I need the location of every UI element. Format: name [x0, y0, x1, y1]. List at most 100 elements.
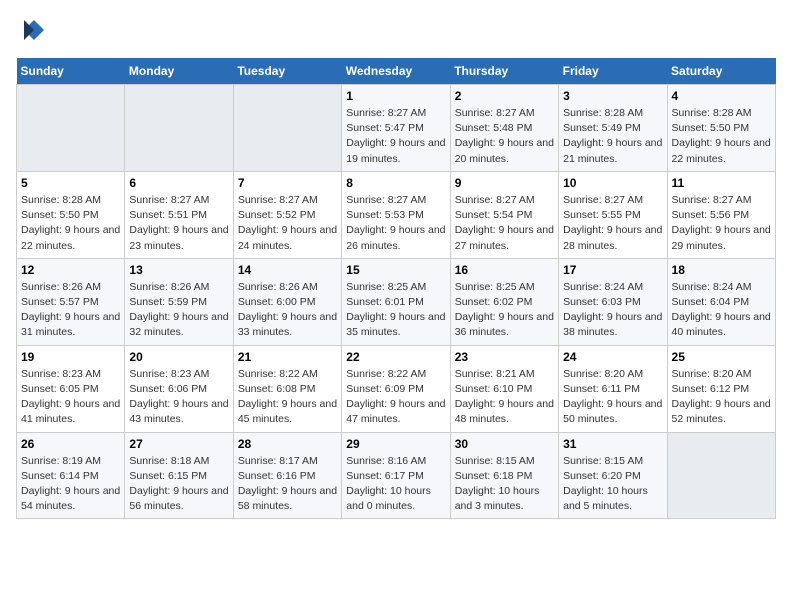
- day-number: 3: [563, 89, 662, 103]
- calendar-day-cell: [667, 432, 775, 519]
- day-number: 2: [455, 89, 554, 103]
- calendar-week-row: 1 Sunrise: 8:27 AMSunset: 5:47 PMDaylight…: [17, 85, 776, 172]
- logo: [16, 16, 48, 46]
- day-number: 8: [346, 176, 445, 190]
- day-detail: Sunrise: 8:20 AMSunset: 6:12 PMDaylight:…: [672, 367, 771, 428]
- day-detail: Sunrise: 8:26 AMSunset: 5:59 PMDaylight:…: [129, 280, 228, 341]
- day-number: 27: [129, 437, 228, 451]
- weekday-header: Friday: [559, 58, 667, 85]
- day-number: 5: [21, 176, 120, 190]
- calendar-day-cell: 16Sunrise: 8:25 AMSunset: 6:02 PMDayligh…: [450, 258, 558, 345]
- day-number: 14: [238, 263, 337, 277]
- day-number: 21: [238, 350, 337, 364]
- calendar-day-cell: 3Sunrise: 8:28 AMSunset: 5:49 PMDaylight…: [559, 85, 667, 172]
- day-number: 18: [672, 263, 771, 277]
- day-detail: Sunrise: 8:28 AMSunset: 5:50 PMDaylight:…: [672, 106, 771, 167]
- calendar-day-cell: 21 Sunrise: 8:22 AMSunset: 6:08 PMDayligh…: [233, 345, 341, 432]
- day-detail: Sunrise: 8:23 AMSunset: 6:06 PMDaylight:…: [129, 367, 228, 428]
- day-detail: Sunrise: 8:24 AMSunset: 6:03 PMDaylight:…: [563, 280, 662, 341]
- day-number: 31: [563, 437, 662, 451]
- day-number: 30: [455, 437, 554, 451]
- day-number: 10: [563, 176, 662, 190]
- calendar-day-cell: 11 Sunrise: 8:27 AMSunset: 5:56 PMDayligh…: [667, 171, 775, 258]
- day-detail: Sunrise: 8:17 AMSunset: 6:16 PMDaylight:…: [238, 454, 337, 515]
- day-detail: Sunrise: 8:15 AMSunset: 6:20 PMDaylight:…: [563, 454, 662, 515]
- day-number: 28: [238, 437, 337, 451]
- calendar-day-cell: 8Sunrise: 8:27 AMSunset: 5:53 PMDaylight…: [342, 171, 450, 258]
- calendar-day-cell: 14 Sunrise: 8:26 AMSunset: 6:00 PMDayligh…: [233, 258, 341, 345]
- calendar-day-cell: 12 Sunrise: 8:26 AMSunset: 5:57 PMDayligh…: [17, 258, 125, 345]
- day-detail: Sunrise: 8:27 AMSunset: 5:54 PMDaylight:…: [455, 193, 554, 254]
- day-number: 15: [346, 263, 445, 277]
- calendar-day-cell: 10 Sunrise: 8:27 AMSunset: 5:55 PMDayligh…: [559, 171, 667, 258]
- day-detail: Sunrise: 8:26 AMSunset: 6:00 PMDaylight:…: [238, 280, 337, 341]
- calendar-day-cell: 4 Sunrise: 8:28 AMSunset: 5:50 PMDaylight…: [667, 85, 775, 172]
- day-detail: Sunrise: 8:27 AMSunset: 5:51 PMDaylight:…: [129, 193, 228, 254]
- calendar-day-cell: 19 Sunrise: 8:23 AMSunset: 6:05 PMDayligh…: [17, 345, 125, 432]
- calendar-day-cell: 9 Sunrise: 8:27 AMSunset: 5:54 PMDaylight…: [450, 171, 558, 258]
- calendar-week-row: 12 Sunrise: 8:26 AMSunset: 5:57 PMDayligh…: [17, 258, 776, 345]
- calendar-day-cell: 20 Sunrise: 8:23 AMSunset: 6:06 PMDayligh…: [125, 345, 233, 432]
- calendar-day-cell: [125, 85, 233, 172]
- day-detail: Sunrise: 8:27 AMSunset: 5:55 PMDaylight:…: [563, 193, 662, 254]
- weekday-header: Sunday: [17, 58, 125, 85]
- day-number: 7: [238, 176, 337, 190]
- weekday-header: Wednesday: [342, 58, 450, 85]
- day-number: 24: [563, 350, 662, 364]
- day-detail: Sunrise: 8:22 AMSunset: 6:09 PMDaylight:…: [346, 367, 445, 428]
- calendar-day-cell: 6 Sunrise: 8:27 AMSunset: 5:51 PMDaylight…: [125, 171, 233, 258]
- day-detail: Sunrise: 8:26 AMSunset: 5:57 PMDaylight:…: [21, 280, 120, 341]
- day-number: 29: [346, 437, 445, 451]
- day-number: 25: [672, 350, 771, 364]
- calendar-day-cell: 7 Sunrise: 8:27 AMSunset: 5:52 PMDaylight…: [233, 171, 341, 258]
- weekday-header: Monday: [125, 58, 233, 85]
- day-detail: Sunrise: 8:28 AMSunset: 5:50 PMDaylight:…: [21, 193, 120, 254]
- calendar-day-cell: [17, 85, 125, 172]
- day-detail: Sunrise: 8:22 AMSunset: 6:08 PMDaylight:…: [238, 367, 337, 428]
- calendar-day-cell: 30 Sunrise: 8:15 AMSunset: 6:18 PMDayligh…: [450, 432, 558, 519]
- day-number: 12: [21, 263, 120, 277]
- calendar-day-cell: 24 Sunrise: 8:20 AMSunset: 6:11 PMDayligh…: [559, 345, 667, 432]
- calendar-day-cell: 13 Sunrise: 8:26 AMSunset: 5:59 PMDayligh…: [125, 258, 233, 345]
- calendar-week-row: 5 Sunrise: 8:28 AMSunset: 5:50 PMDaylight…: [17, 171, 776, 258]
- day-number: 23: [455, 350, 554, 364]
- page-header: [16, 16, 776, 46]
- day-detail: Sunrise: 8:24 AMSunset: 6:04 PMDaylight:…: [672, 280, 771, 341]
- day-detail: Sunrise: 8:15 AMSunset: 6:18 PMDaylight:…: [455, 454, 554, 515]
- day-detail: Sunrise: 8:18 AMSunset: 6:15 PMDaylight:…: [129, 454, 228, 515]
- day-number: 13: [129, 263, 228, 277]
- calendar-day-cell: 1 Sunrise: 8:27 AMSunset: 5:47 PMDaylight…: [342, 85, 450, 172]
- day-detail: Sunrise: 8:20 AMSunset: 6:11 PMDaylight:…: [563, 367, 662, 428]
- calendar-day-cell: 23 Sunrise: 8:21 AMSunset: 6:10 PMDayligh…: [450, 345, 558, 432]
- calendar-week-row: 19 Sunrise: 8:23 AMSunset: 6:05 PMDayligh…: [17, 345, 776, 432]
- day-number: 16: [455, 263, 554, 277]
- calendar-day-cell: 17Sunrise: 8:24 AMSunset: 6:03 PMDayligh…: [559, 258, 667, 345]
- day-number: 11: [672, 176, 771, 190]
- day-detail: Sunrise: 8:19 AMSunset: 6:14 PMDaylight:…: [21, 454, 120, 515]
- day-detail: Sunrise: 8:27 AMSunset: 5:47 PMDaylight:…: [346, 106, 445, 167]
- calendar-day-cell: 28 Sunrise: 8:17 AMSunset: 6:16 PMDayligh…: [233, 432, 341, 519]
- day-detail: Sunrise: 8:27 AMSunset: 5:48 PMDaylight:…: [455, 106, 554, 167]
- calendar-day-cell: 27 Sunrise: 8:18 AMSunset: 6:15 PMDayligh…: [125, 432, 233, 519]
- day-detail: Sunrise: 8:16 AMSunset: 6:17 PMDaylight:…: [346, 454, 445, 515]
- day-number: 4: [672, 89, 771, 103]
- calendar-table: SundayMondayTuesdayWednesdayThursdayFrid…: [16, 58, 776, 519]
- day-number: 1: [346, 89, 445, 103]
- day-detail: Sunrise: 8:21 AMSunset: 6:10 PMDaylight:…: [455, 367, 554, 428]
- weekday-header: Saturday: [667, 58, 775, 85]
- calendar-day-cell: 15 Sunrise: 8:25 AMSunset: 6:01 PMDayligh…: [342, 258, 450, 345]
- weekday-header: Thursday: [450, 58, 558, 85]
- calendar-day-cell: [233, 85, 341, 172]
- calendar-day-cell: 26Sunrise: 8:19 AMSunset: 6:14 PMDayligh…: [17, 432, 125, 519]
- logo-icon: [16, 16, 46, 46]
- day-detail: Sunrise: 8:27 AMSunset: 5:56 PMDaylight:…: [672, 193, 771, 254]
- day-detail: Sunrise: 8:25 AMSunset: 6:01 PMDaylight:…: [346, 280, 445, 341]
- day-detail: Sunrise: 8:27 AMSunset: 5:52 PMDaylight:…: [238, 193, 337, 254]
- day-number: 20: [129, 350, 228, 364]
- calendar-day-cell: 29 Sunrise: 8:16 AMSunset: 6:17 PMDayligh…: [342, 432, 450, 519]
- calendar-day-cell: 2 Sunrise: 8:27 AMSunset: 5:48 PMDaylight…: [450, 85, 558, 172]
- day-number: 19: [21, 350, 120, 364]
- day-number: 6: [129, 176, 228, 190]
- day-number: 9: [455, 176, 554, 190]
- day-detail: Sunrise: 8:23 AMSunset: 6:05 PMDaylight:…: [21, 367, 120, 428]
